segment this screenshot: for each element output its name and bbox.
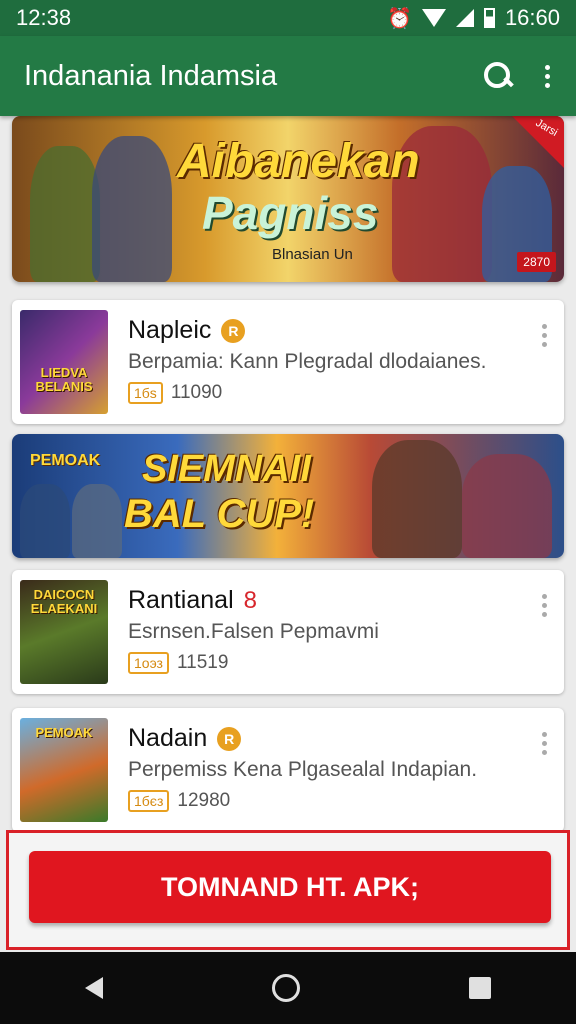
meta-badge: 1бѕ <box>128 382 163 404</box>
wifi-icon <box>421 9 446 27</box>
search-icon[interactable] <box>480 58 516 94</box>
status-icons: ⏰ 16:60 <box>387 5 560 31</box>
more-vert-icon[interactable] <box>542 64 552 88</box>
meta-badge: 1бєз <box>128 790 170 812</box>
banner-character <box>372 440 462 558</box>
thumbnail-text: PEMOAK <box>35 725 93 740</box>
item-title-row: Rantianal 8 <box>128 586 257 615</box>
banner-character <box>92 136 172 282</box>
item-description: Berpamia: Kann Plegradal dlodaianes. <box>128 350 487 373</box>
item-meta: 1бѕ 11090 <box>128 382 222 404</box>
item-meta: 1оэз 11519 <box>128 652 228 674</box>
alarm-icon: ⏰ <box>387 7 412 30</box>
more-vert-icon[interactable] <box>542 732 548 755</box>
back-icon[interactable] <box>84 977 103 999</box>
app-thumbnail: PEMOAK <box>20 718 108 822</box>
banner-title: SIEMNAII <box>142 448 311 490</box>
app-thumbnail: LIEDVA BELANIS <box>20 310 108 414</box>
banner-title-2: BAL CUP! <box>124 492 315 536</box>
banner-badge: 2870 <box>517 252 556 272</box>
banner-logo: PEMOAK <box>30 452 101 469</box>
app-title: Indanania Indamsia <box>24 59 278 92</box>
banner-character <box>72 484 122 558</box>
banner-character <box>20 484 70 558</box>
item-description: Esrnsen.Falsen Pepmavmi <box>128 620 379 643</box>
item-count: 12980 <box>177 790 231 811</box>
item-count: 11519 <box>176 652 229 673</box>
recents-icon[interactable] <box>469 977 492 999</box>
promo-banner[interactable]: PEMOAK SIEMNAII BAL CUP! <box>12 434 564 558</box>
list-item[interactable]: LIEDVA BELANIS Napleic R Berpamia: Kann … <box>12 300 564 424</box>
item-title: Rantianal <box>128 586 234 614</box>
content-list[interactable]: Aibanekan Pagniss Blnasian Un Jarsi 2870… <box>0 116 576 952</box>
status-time: 12:38 <box>16 5 72 30</box>
more-vert-icon[interactable] <box>542 594 548 617</box>
list-item[interactable]: PEMOAK Nadain R Perpemiss Kena Plgaseala… <box>12 708 564 832</box>
signal-icon <box>455 9 474 27</box>
banner-subtitle: Blnasian Un <box>272 246 353 263</box>
rank-badge-icon: R <box>217 726 242 751</box>
item-meta: 1бєз 12980 <box>128 790 230 812</box>
banner-character <box>462 454 552 558</box>
item-title-row: Nadain R <box>128 724 242 753</box>
meta-badge: 1оэз <box>128 652 169 674</box>
item-count: 11090 <box>170 382 223 403</box>
status-bar: 12:38 ⏰ 16:60 <box>0 0 576 36</box>
download-cta-frame: TOMNAND HT. APK; <box>6 830 570 950</box>
app-bar: Indanania Indamsia <box>0 36 576 116</box>
rank-badge-icon: R <box>221 318 246 343</box>
home-icon[interactable] <box>271 974 300 1002</box>
featured-banner[interactable]: Aibanekan Pagniss Blnasian Un Jarsi 2870 <box>12 116 564 282</box>
banner-title: Aibanekan <box>177 135 420 188</box>
thumbnail-text: DAICOCN ELAEKANI <box>30 587 98 616</box>
item-title: Nadain <box>128 724 208 752</box>
list-item[interactable]: DAICOCN ELAEKANI Rantianal 8 Esrnsen.Fal… <box>12 570 564 694</box>
more-vert-icon[interactable] <box>542 324 548 347</box>
banner-title-2: Pagniss <box>202 187 379 239</box>
status-clock: 16:60 <box>504 5 560 30</box>
banner-character <box>30 146 100 282</box>
download-apk-button[interactable]: TOMNAND HT. APK; <box>29 851 551 923</box>
item-title-row: Napleic R <box>128 316 246 345</box>
item-title: Napleic <box>128 316 212 344</box>
system-nav-bar <box>0 952 576 1024</box>
item-description: Perpemiss Kena Plgasealal Indapian. <box>128 758 478 781</box>
battery-icon <box>483 8 495 28</box>
app-thumbnail: DAICOCN ELAEKANI <box>20 580 108 684</box>
rank-mark-icon: 8 <box>243 586 257 614</box>
thumbnail-text: LIEDVA BELANIS <box>35 365 93 394</box>
